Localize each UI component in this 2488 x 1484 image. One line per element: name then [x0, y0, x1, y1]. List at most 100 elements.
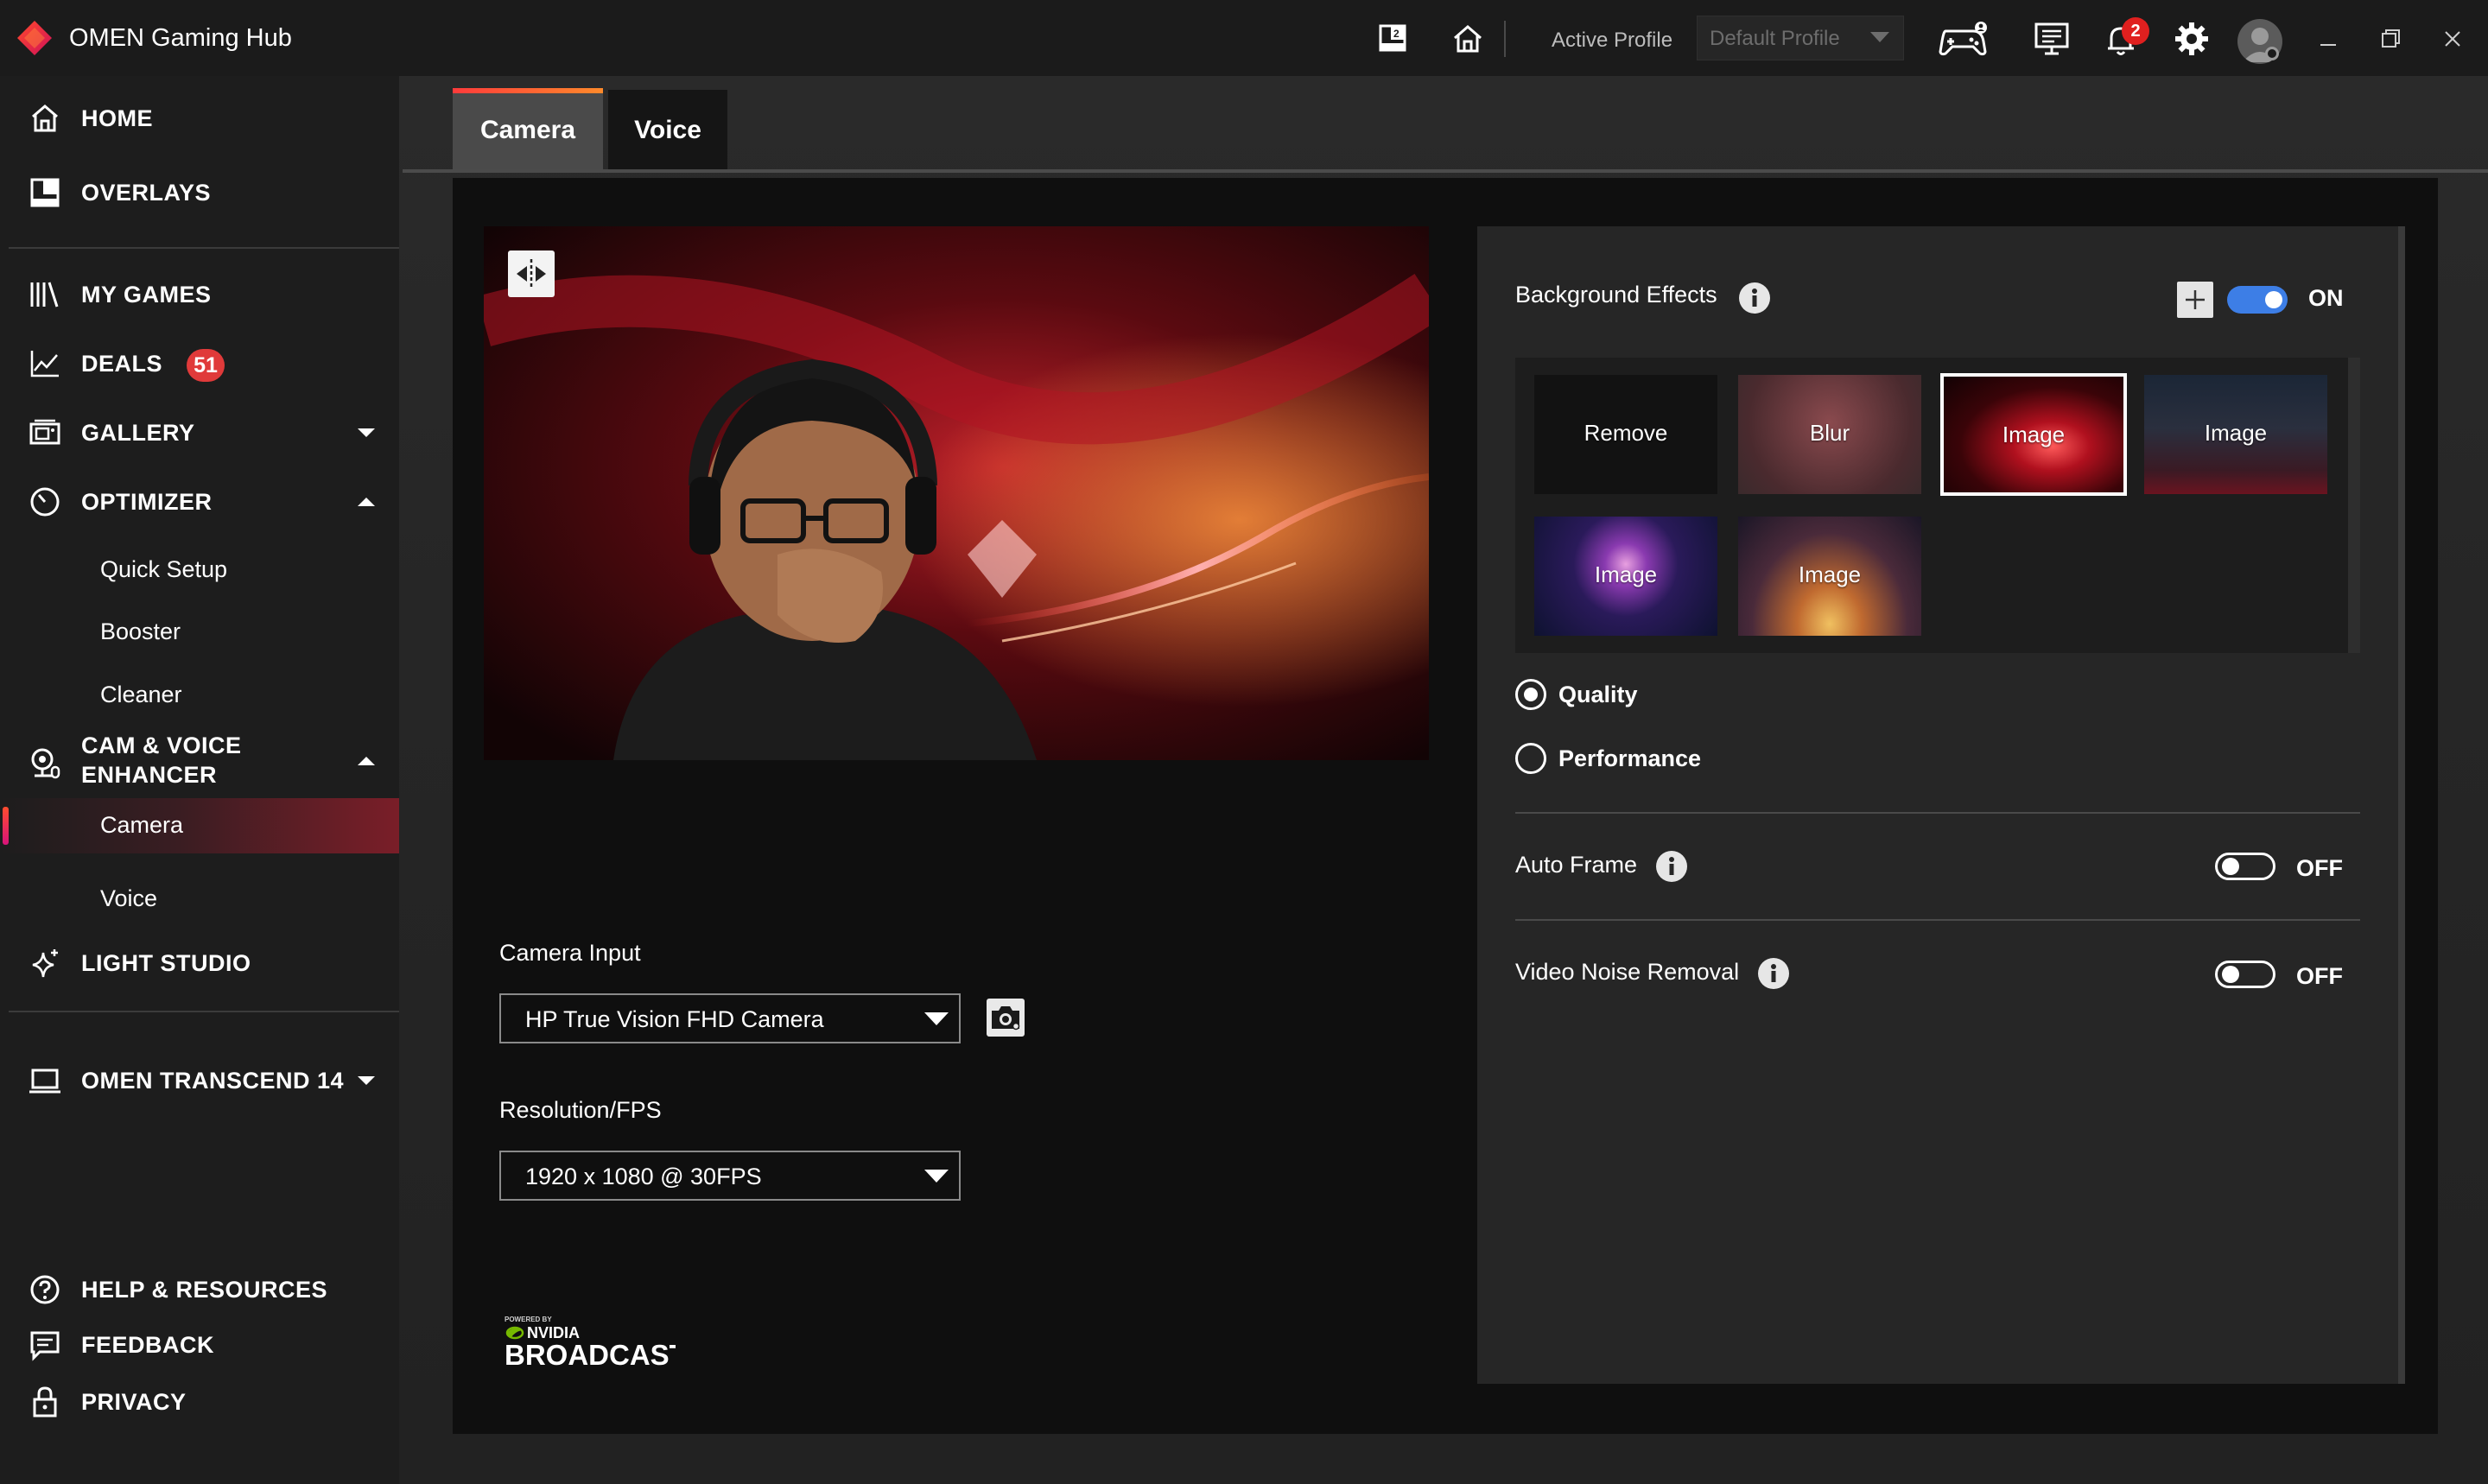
- sidebar-item-label: OVERLAYS: [81, 180, 212, 206]
- home-icon: [28, 101, 62, 136]
- sidebar-item-my-games[interactable]: MY GAMES: [0, 264, 399, 325]
- radio-quality[interactable]: [1515, 679, 1546, 710]
- sidebar-item-label: FEEDBACK: [81, 1332, 215, 1358]
- gauge-icon: [28, 485, 62, 519]
- panel-divider: [1515, 812, 2360, 814]
- controller-icon[interactable]: [1935, 19, 1990, 59]
- tab-label: Camera: [479, 116, 576, 144]
- sidebar-item-voice[interactable]: Voice: [0, 868, 399, 929]
- toggle-knob: [2265, 291, 2282, 308]
- sidebar-item-privacy[interactable]: PRIVACY: [0, 1372, 399, 1432]
- omen-logo-icon: [16, 19, 54, 57]
- minimize-icon[interactable]: [2308, 19, 2348, 59]
- home-icon[interactable]: [1448, 19, 1488, 59]
- toggle-knob: [2222, 858, 2239, 875]
- info-icon[interactable]: [1738, 282, 1771, 314]
- overlay-icon: [28, 175, 62, 210]
- sidebar-item-device[interactable]: OMEN TRANSCEND 14: [0, 1050, 399, 1111]
- profile-dropdown[interactable]: Default Profile: [1697, 16, 1904, 60]
- sidebar-divider: [9, 247, 399, 249]
- chevron-up-icon: [358, 498, 375, 506]
- effect-label: Image: [1798, 561, 1862, 587]
- sidebar-item-light-studio[interactable]: LIGHT STUDIO: [0, 933, 399, 993]
- selection-indicator: [3, 807, 9, 845]
- sidebar-item-camera[interactable]: Camera: [0, 798, 399, 853]
- panel-scrollbar[interactable]: [2398, 226, 2405, 1384]
- video-noise-removal-toggle[interactable]: [2215, 961, 2275, 988]
- sidebar-item-gallery[interactable]: GALLERY: [0, 403, 399, 463]
- sidebar-item-cleaner[interactable]: Cleaner: [0, 664, 399, 725]
- chevron-down-icon: [924, 1012, 949, 1025]
- sparkle-icon: [28, 946, 62, 980]
- camera-input-value: HP True Vision FHD Camera: [525, 1006, 824, 1032]
- background-effects-toggle[interactable]: [2227, 286, 2288, 314]
- sidebar-item-label: Quick Setup: [100, 556, 228, 582]
- sidebar-item-label: Cleaner: [100, 682, 182, 707]
- chevron-up-icon: [358, 757, 375, 765]
- svg-text:2: 2: [1393, 28, 1400, 40]
- sidebar-item-label: Voice: [100, 885, 158, 911]
- effect-tile-remove[interactable]: Remove: [1534, 375, 1717, 494]
- active-profile-label: Active Profile: [1552, 29, 1673, 52]
- sidebar-item-booster[interactable]: Booster: [0, 601, 399, 662]
- tab-active-accent: [453, 88, 603, 93]
- effect-tile-image-1[interactable]: Image: [1940, 373, 2127, 496]
- resolution-label: Resolution/FPS: [499, 1097, 662, 1123]
- sidebar-item-label: Booster: [100, 618, 181, 644]
- gear-icon[interactable]: [2172, 19, 2212, 59]
- close-icon[interactable]: [2433, 19, 2472, 59]
- info-icon[interactable]: [1655, 850, 1688, 883]
- profile-dropdown-value: Default Profile: [1710, 27, 1840, 50]
- restore-icon[interactable]: [2371, 19, 2410, 59]
- sidebar-item-cam-voice-enhancer[interactable]: CAM & VOICE ENHANCER: [0, 726, 399, 798]
- notification-badge: 2: [2122, 17, 2149, 45]
- grid-scrollbar[interactable]: [2348, 358, 2360, 653]
- radio-performance-label: Performance: [1558, 745, 1702, 771]
- tab-label: Voice: [634, 116, 701, 144]
- chart-line-icon: [28, 346, 62, 381]
- sidebar-item-label: OMEN TRANSCEND 14: [81, 1068, 345, 1094]
- monitor-icon[interactable]: [2032, 19, 2072, 59]
- effect-label: Remove: [1584, 420, 1668, 446]
- overlay-icon[interactable]: 2: [1374, 19, 1413, 59]
- gallery-icon: [28, 415, 62, 450]
- resolution-dropdown[interactable]: 1920 x 1080 @ 30FPS: [499, 1151, 961, 1201]
- info-icon[interactable]: [1757, 957, 1790, 990]
- camera-input-dropdown[interactable]: HP True Vision FHD Camera: [499, 993, 961, 1043]
- panel-divider: [1515, 919, 2360, 921]
- effect-tile-blur[interactable]: Blur: [1738, 375, 1921, 494]
- sidebar-item-label: HELP & RESOURCES: [81, 1277, 328, 1303]
- effect-tile-image-3[interactable]: Image: [1534, 517, 1717, 636]
- tab-camera[interactable]: Camera: [453, 90, 603, 169]
- sidebar-item-feedback[interactable]: FEEDBACK: [0, 1315, 399, 1375]
- mirror-button[interactable]: [508, 251, 555, 297]
- effect-label: Image: [1594, 561, 1658, 587]
- webcam-icon: [28, 746, 62, 781]
- effect-tile-image-2[interactable]: Image: [2144, 375, 2327, 494]
- radio-performance[interactable]: [1515, 743, 1546, 774]
- tab-voice[interactable]: Voice: [608, 90, 727, 169]
- add-effect-button[interactable]: [2177, 282, 2213, 318]
- auto-frame-toggle[interactable]: [2215, 853, 2275, 880]
- sidebar-item-label: LIGHT STUDIO: [81, 950, 251, 976]
- snapshot-button[interactable]: [987, 999, 1025, 1037]
- sidebar-item-help[interactable]: HELP & RESOURCES: [0, 1259, 399, 1320]
- sidebar-item-overlays[interactable]: OVERLAYS: [0, 162, 399, 223]
- effect-tile-image-4[interactable]: Image: [1738, 517, 1921, 636]
- chevron-down-icon: [1870, 32, 1889, 42]
- sidebar-divider: [9, 1011, 399, 1012]
- sidebar-item-label: HOME: [81, 105, 153, 131]
- sidebar-item-optimizer[interactable]: OPTIMIZER: [0, 472, 399, 532]
- video-noise-removal-label: Video Noise Removal: [1515, 959, 1740, 985]
- sidebar-item-label: CAM & VOICE: [81, 732, 242, 758]
- powered-by-text: POWERED BY: [505, 1316, 552, 1323]
- sidebar-item-label: PRIVACY: [81, 1389, 187, 1415]
- laptop-icon: [28, 1063, 62, 1098]
- sidebar-item-home[interactable]: HOME: [0, 88, 399, 149]
- sidebar-item-quick-setup[interactable]: Quick Setup: [0, 539, 399, 599]
- sidebar-item-label: DEALS: [81, 351, 163, 377]
- toggle-knob: [2222, 966, 2239, 983]
- sidebar-item-label: Camera: [100, 812, 184, 838]
- library-icon: [28, 277, 62, 312]
- lock-icon: [28, 1385, 62, 1419]
